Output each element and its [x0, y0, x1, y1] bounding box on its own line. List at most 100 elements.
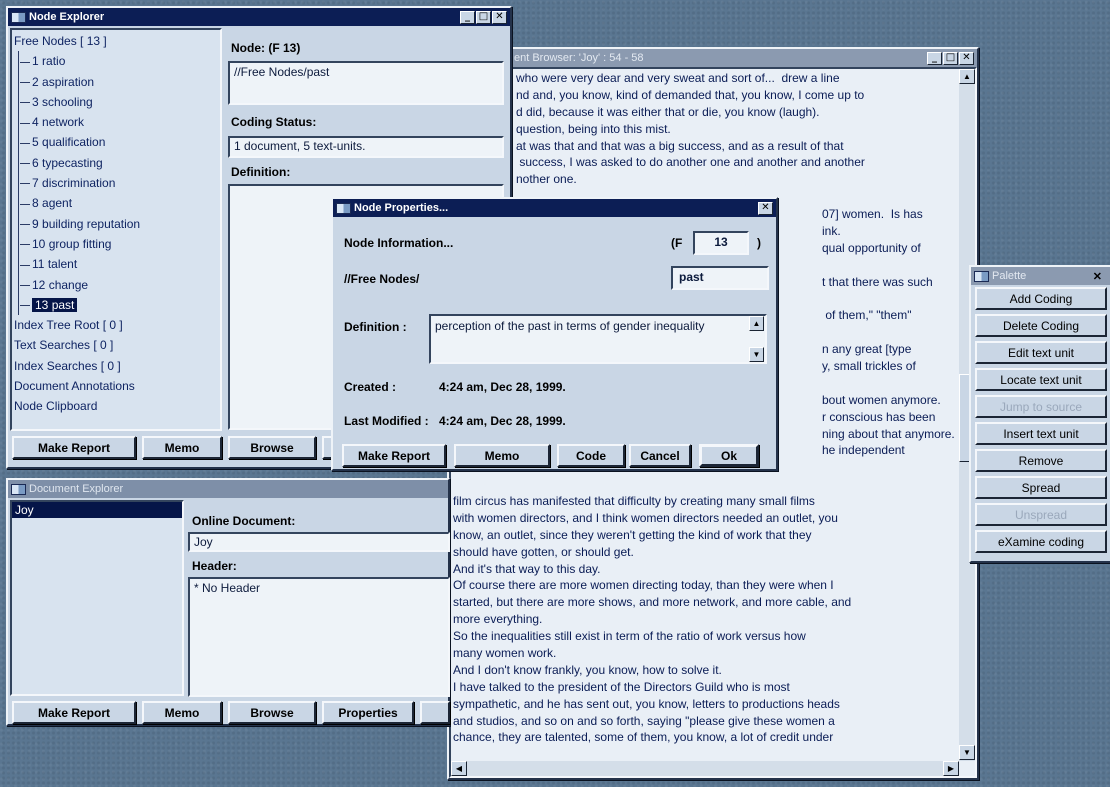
scroll-down-icon[interactable]: ▼ — [749, 347, 764, 362]
definition-textarea[interactable]: perception of the past in terms of gende… — [429, 314, 767, 364]
scroll-left-icon[interactable]: ◀ — [451, 761, 467, 776]
coding-status-value: 1 document, 5 text-units. — [234, 139, 366, 153]
minimize-icon[interactable]: _ — [460, 10, 475, 24]
tree-connector — [20, 183, 30, 185]
horizontal-scrollbar[interactable]: ◀ ▶ — [451, 761, 959, 776]
tree-node-selected[interactable]: 13 past — [14, 294, 220, 316]
text-line: And I don't know frankly, you know, how … — [453, 662, 722, 677]
tree-node-label: group fitting — [48, 236, 112, 251]
tree-node[interactable]: 1 ratio — [14, 51, 220, 72]
browse-button[interactable]: Browse — [228, 701, 316, 724]
tree-connector — [20, 264, 30, 266]
palette-locate-text-unitbutton[interactable]: Locate text unit — [975, 368, 1107, 391]
tree-node[interactable]: 8 agent — [14, 193, 220, 214]
text-line: d did, because it was either that or die… — [516, 104, 820, 119]
palette-edit-text-unitbutton[interactable]: Edit text unit — [975, 341, 1107, 364]
scroll-up-icon[interactable]: ▲ — [749, 316, 764, 331]
palette-unspreadbutton[interactable]: Unspread — [975, 503, 1107, 526]
definition-label: Definition: — [231, 165, 291, 179]
properties-button[interactable]: Properties — [322, 701, 414, 724]
tree-root-item[interactable]: Node Clipboard — [14, 396, 220, 416]
document-explorer-titlebar[interactable]: Document Explorer — [8, 480, 448, 498]
text-line: film circus has manifested that difficul… — [453, 494, 815, 508]
online-document-field[interactable]: Joy — [188, 532, 450, 552]
palette-jump-to-sourcebutton[interactable]: Jump to source — [975, 395, 1107, 418]
palette-spreadbutton[interactable]: Spread — [975, 476, 1107, 499]
memo-button[interactable]: Memo — [142, 701, 222, 724]
app-icon — [11, 11, 26, 23]
close-icon[interactable]: ✕ — [758, 201, 773, 215]
node-label: Node: (F 13) — [231, 41, 301, 55]
minimize-icon[interactable]: _ — [927, 51, 942, 65]
extra-button[interactable] — [420, 701, 450, 724]
tree-node[interactable]: 3 schooling — [14, 91, 220, 113]
node-path-field[interactable]: //Free Nodes/past — [228, 61, 504, 105]
tree-connector — [20, 163, 30, 165]
code-button[interactable]: Code — [557, 444, 625, 467]
document-browser-titlebar[interactable]: ent Browser: 'Joy' : 54 - 58 _ □ ✕ — [449, 49, 977, 67]
tree-node[interactable]: 9 building reputation — [14, 213, 220, 235]
close-icon[interactable]: ✕ — [492, 10, 507, 24]
tree-connector — [20, 142, 30, 144]
text-line: I have talked to the president of the Di… — [453, 679, 790, 694]
node-properties-titlebar[interactable]: Node Properties... ✕ — [333, 199, 776, 217]
text-line: So the inequalities still exist in term … — [453, 629, 806, 644]
scroll-down-icon[interactable]: ▼ — [959, 745, 975, 760]
memo-button[interactable]: Memo — [454, 444, 550, 467]
free-nodes-root[interactable]: Free Nodes [ 13 ] — [14, 31, 220, 51]
node-explorer-titlebar[interactable]: Node Explorer _ □ ✕ — [8, 8, 510, 26]
text-line: who were very dear and very sweat and so… — [516, 71, 840, 85]
tree-root-item[interactable]: Index Tree Root [ 0 ] — [14, 315, 220, 335]
tree-node-number: 3 — [32, 94, 39, 109]
node-number-field[interactable]: 13 — [693, 231, 749, 255]
node-name-field[interactable]: past — [671, 266, 769, 290]
palette-window: Palette ✕ Add Coding Delete Coding Edit te… — [969, 265, 1110, 563]
tree-node[interactable]: 6 typecasting — [14, 152, 220, 174]
tree-node[interactable]: 2 aspiration — [14, 71, 220, 93]
document-item-label: Joy — [15, 503, 34, 517]
make-report-button[interactable]: Make Report — [342, 444, 446, 467]
tree-node[interactable]: 11 talent — [14, 254, 220, 275]
close-icon[interactable]: ✕ — [1093, 270, 1102, 283]
close-icon[interactable]: ✕ — [959, 51, 974, 65]
tree-node[interactable]: 12 change — [14, 274, 220, 296]
text-line: chance, they are talented, some of them,… — [453, 730, 834, 745]
node-explorer-title: Node Explorer — [29, 11, 105, 23]
document-item-selected[interactable]: Joy — [12, 502, 182, 518]
tree-node[interactable]: 10 group fitting — [14, 233, 220, 255]
document-browser-title: ent Browser: 'Joy' : 54 - 58 — [514, 52, 644, 64]
browse-button[interactable]: Browse — [228, 436, 316, 459]
make-report-button[interactable]: Make Report — [12, 436, 136, 459]
cancel-button[interactable]: Cancel — [629, 444, 691, 467]
last-modified-value: 4:24 am, Dec 28, 1999. — [439, 414, 566, 428]
tree-node[interactable]: 4 network — [14, 112, 220, 133]
palette-removebutton[interactable]: Remove — [975, 449, 1107, 472]
scroll-up-icon[interactable]: ▲ — [959, 69, 975, 84]
palette-delete-codingbutton[interactable]: Delete Coding — [975, 314, 1107, 337]
maximize-icon[interactable]: □ — [476, 10, 491, 24]
tree-root-item[interactable]: Index Searches [ 0 ] — [14, 356, 220, 376]
document-text-bottom: film circus has manifested that difficul… — [453, 493, 958, 746]
palette-add-codingbutton[interactable]: Add Coding — [975, 287, 1107, 310]
memo-button[interactable]: Memo — [142, 436, 222, 459]
tree-connector — [20, 284, 30, 286]
header-field[interactable]: * No Header — [188, 577, 450, 697]
tree-root-item[interactable]: Document Annotations — [14, 376, 220, 396]
make-report-button[interactable]: Make Report — [12, 701, 136, 724]
palette-titlebar[interactable]: Palette ✕ — [971, 267, 1110, 285]
palette-title: Palette — [992, 270, 1027, 282]
tree-node-number: 10 — [32, 236, 46, 251]
created-value: 4:24 am, Dec 28, 1999. — [439, 380, 566, 394]
ok-button[interactable]: Ok — [699, 444, 759, 467]
document-text-right: 07] women. Is has ink. qual opportunity of… — [822, 206, 962, 459]
palette-insert-text-unitbutton[interactable]: Insert text unit — [975, 422, 1107, 445]
scroll-right-icon[interactable]: ▶ — [943, 761, 959, 776]
text-line: ink. — [822, 223, 841, 238]
tree-node[interactable]: 7 discrimination — [14, 173, 220, 194]
tree-root-item[interactable]: Text Searches [ 0 ] — [14, 335, 220, 355]
tree-node[interactable]: 5 qualification — [14, 132, 220, 154]
document-list[interactable]: Joy — [10, 500, 184, 696]
coding-status-field: 1 document, 5 text-units. — [228, 136, 504, 158]
maximize-icon[interactable]: □ — [943, 51, 958, 65]
palette-examine-codingbutton[interactable]: eXamine coding — [975, 530, 1107, 553]
